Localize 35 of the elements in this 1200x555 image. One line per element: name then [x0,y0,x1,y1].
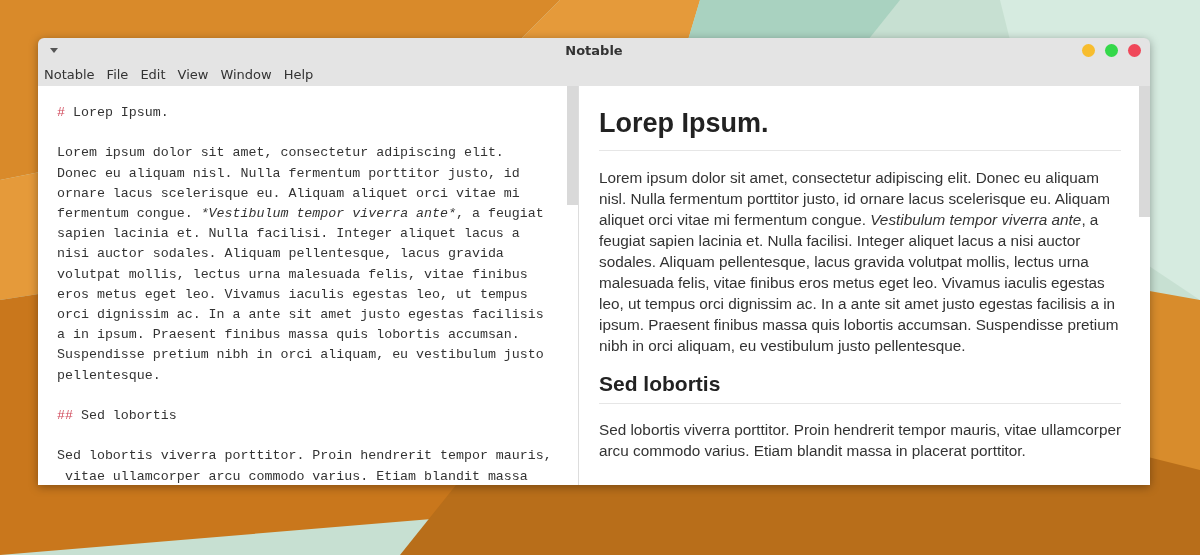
markdown-text: pellentesque. [57,367,161,383]
markdown-text: Suspendisse pretium nibh in orci aliquam, eu vestibulum justo [57,347,544,363]
menu-item[interactable]: File [103,66,132,82]
markdown-text: nisi auctor sodales. Aliquam pellentesque, lacus gravida [57,246,504,262]
markdown-text: fermentum congue. [57,206,194,221]
scrollbar-thumb[interactable] [567,86,578,205]
markdown-text: eros metus eget leo. Vivamus iaculis egestas leo, ut tempus [57,286,528,302]
menu-item[interactable]: Edit [137,66,169,82]
markdown-text: *Vestibulum tempor viverra ante* [200,206,456,221]
preview-heading: Lorep Ipsum. [599,108,769,138]
markdown-text: Sed lobortis viverra porttitor. Proin hendrerit tempor mauris, [57,448,552,464]
close-button[interactable] [1128,43,1141,57]
maximize-button[interactable] [1105,43,1118,57]
markdown-heading: # Lorep Ipsum. [57,105,169,120]
markdown-text: ornare lacus scelerisque eu. Aliquam aliquet orci vitae mi [57,185,520,201]
markdown-heading: ## Sed lobortis [57,408,177,423]
scrollbar-thumb[interactable] [1139,86,1150,217]
menu-item[interactable]: Notable [41,66,98,82]
preview-paragraph: Lorem ipsum dolor sit amet, consectetur adipiscing elit. Donec eu aliquam nisl. Nulla fermentum porttitor justo, id ornare lacus scelerisque eu. Aliquam aliquet orci vitae mi fermentum congue. Vestibulum tempor viverra ante, a feugiat sapien lacinia et. Nulla facilisi. Integer aliquet lacus a nisi auctor sodales. Aliquam pellentesque, lacus gravida volutpat mollis, lectus urna malesuada felis, vitae finibus eros metus eget leo. Vivamus iaculis egestas leo, ut tempus orci dignissim ac. In a ante sit amet justo egestas facilisis a in ipsum. Praesent finibus massa quis lobortis accumsan. Suspendisse pretium nibh in orci aliquam, eu vestibulum justo pellentesque. [599,168,1120,356]
preview-paragraph: Sed lobortis viverra porttitor. Proin hendrerit tempor mauris, vitae ullamcorper arcu commodo varius. Etiam blandit massa in placerat porttitor. [599,420,1121,461]
markdown-text: , a feugiat [456,206,544,221]
minimize-button[interactable] [1082,43,1095,57]
markdown-text: sapien lacinia et. Nulla facilisi. Integer aliquet lacus a [57,226,520,242]
menu-item[interactable]: Help [280,66,317,82]
caret-icon[interactable] [50,47,58,53]
window-title: Notable [565,42,623,58]
preview-subheading: Sed lobortis [599,372,721,395]
menu-item[interactable]: View [174,66,212,82]
markdown-text: volutpat mollis, lectus urna malesuada felis, vitae finibus [57,266,528,282]
markdown-text: Lorem ipsum dolor sit amet, consectetur adipiscing elit. [57,145,504,161]
menu-item[interactable]: Window [217,66,275,82]
markdown-text: vitae ullamcorper arcu commodo varius. Etiam blandit massa [63,468,528,484]
markdown-text: Donec eu aliquam nisl. Nulla fermentum porttitor justo, id [57,165,520,181]
markdown-text: orci dignissim ac. In a ante sit amet justo egestas facilisis [57,307,544,322]
markdown-text: a in ipsum. Praesent finibus massa quis lobortis accumsan. [57,327,520,343]
